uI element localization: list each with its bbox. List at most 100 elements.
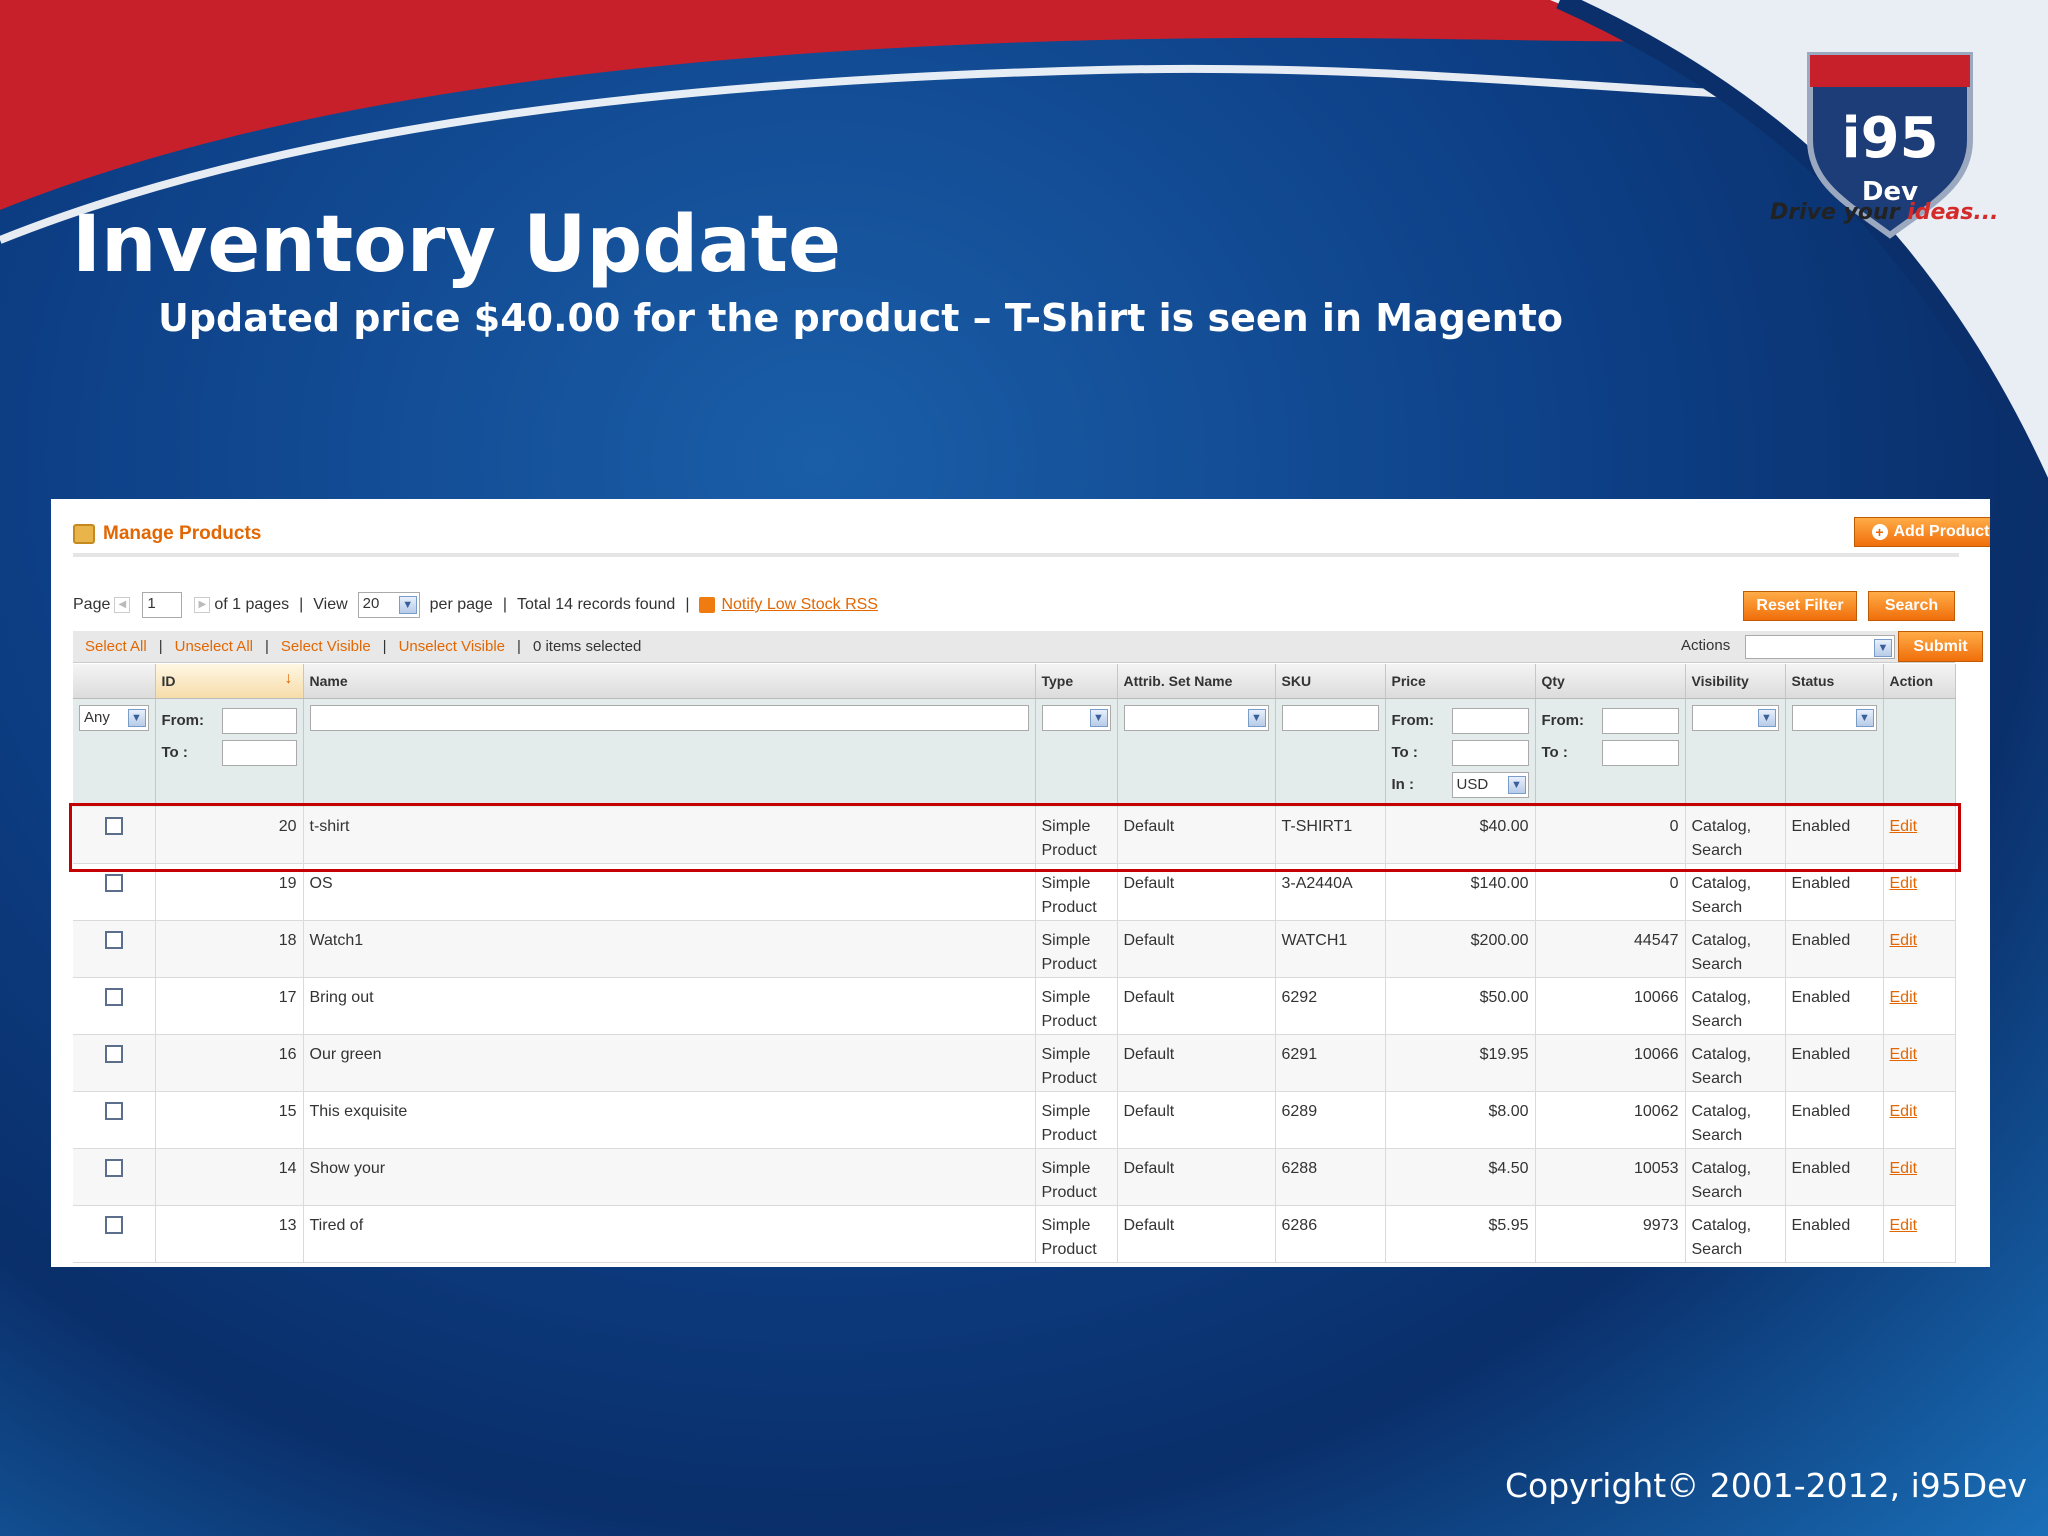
submit-button[interactable]: Submit [1898, 631, 1983, 662]
cell-price: $200.00 [1385, 920, 1536, 978]
cell-attrib-set: Default [1117, 1091, 1276, 1149]
table-row[interactable]: 18 Watch1 Simple Product Default WATCH1 $… [73, 920, 1956, 978]
select-visible-link[interactable]: Select Visible [281, 638, 371, 655]
prev-page-icon[interactable]: ◀ [114, 597, 131, 613]
cell-attrib-set: Default [1117, 920, 1276, 978]
price-from-input[interactable] [1451, 707, 1529, 734]
qty-to-input[interactable] [1601, 739, 1679, 766]
table-row[interactable]: 19 OS Simple Product Default 3-A2440A $14… [73, 863, 1956, 921]
add-product-button[interactable]: + Add Product [1854, 517, 1990, 547]
products-grid: ID ↓ Name Type Attrib. Set Name SKU Price… [73, 664, 1956, 1263]
attrib-set-filter-select[interactable]: ▼ [1123, 704, 1269, 731]
cell-type: Simple Product [1035, 1034, 1118, 1092]
cell-type: Simple Product [1035, 977, 1118, 1035]
col-qty[interactable]: Qty [1535, 664, 1686, 699]
row-checkbox[interactable] [104, 931, 123, 949]
cell-attrib-set: Default [1117, 1034, 1276, 1092]
sku-filter-input[interactable] [1281, 704, 1379, 731]
cell-sku: 6286 [1275, 1205, 1386, 1263]
cell-price: $4.50 [1385, 1148, 1536, 1206]
tagline-part-b: ideas... [1907, 200, 1999, 225]
type-filter-select[interactable]: ▼ [1041, 704, 1111, 731]
cell-qty: 10066 [1535, 977, 1686, 1035]
grid-header-row: ID ↓ Name Type Attrib. Set Name SKU Price… [73, 664, 1956, 699]
cell-qty: 10053 [1535, 1148, 1686, 1206]
slide-title: Inventory Update [72, 200, 841, 290]
view-select[interactable]: 20 ▼ [357, 592, 420, 618]
select-all-link[interactable]: Select All [85, 638, 147, 655]
cell-id: 16 [155, 1034, 304, 1092]
col-sku[interactable]: SKU [1275, 664, 1386, 699]
row-checkbox[interactable] [104, 1045, 123, 1063]
table-row[interactable]: 14 Show your Simple Product Default 6288 … [73, 1148, 1956, 1206]
next-page-icon[interactable]: ▶ [194, 597, 211, 613]
plus-icon: + [1871, 524, 1888, 540]
total-records: Total 14 records found [516, 596, 676, 613]
cell-sku: 6288 [1275, 1148, 1386, 1206]
col-attrib-set[interactable]: Attrib. Set Name [1117, 664, 1276, 699]
edit-link[interactable]: Edit [1890, 1217, 1918, 1234]
cell-qty: 10066 [1535, 1034, 1686, 1092]
edit-link[interactable]: Edit [1890, 1160, 1918, 1177]
edit-link[interactable]: Edit [1890, 875, 1918, 892]
add-product-label: Add Product [1893, 523, 1990, 540]
cell-price: $5.95 [1385, 1205, 1536, 1263]
massaction-filter-select[interactable]: Any ▼ [79, 704, 149, 731]
id-to-input[interactable] [221, 739, 297, 766]
visibility-filter-select[interactable]: ▼ [1691, 704, 1779, 731]
highlight-box [69, 803, 1961, 872]
unselect-all-link[interactable]: Unselect All [175, 638, 253, 655]
col-price[interactable]: Price [1385, 664, 1536, 699]
price-to-input[interactable] [1451, 739, 1529, 766]
cell-id: 18 [155, 920, 304, 978]
unselect-visible-link[interactable]: Unselect Visible [399, 638, 505, 655]
row-checkbox[interactable] [104, 988, 123, 1006]
id-from-input[interactable] [221, 707, 297, 734]
edit-link[interactable]: Edit [1890, 1046, 1918, 1063]
rss-icon [699, 597, 716, 613]
cell-qty: 0 [1535, 863, 1686, 921]
search-button[interactable]: Search [1868, 591, 1955, 621]
reset-filter-button[interactable]: Reset Filter [1743, 591, 1857, 621]
copyright: Copyright© 2001-2012, i95Dev [1505, 1466, 2027, 1505]
cell-price: $140.00 [1385, 863, 1536, 921]
currency-select[interactable]: USD ▼ [1451, 771, 1529, 798]
panel-title-text: Manage Products [103, 523, 262, 544]
name-filter-input[interactable] [309, 704, 1029, 731]
pager: Page ◀ 1 ▶ of 1 pages | View 20 ▼ per pag… [73, 591, 878, 619]
col-name[interactable]: Name [303, 664, 1036, 699]
actions-select[interactable]: ▼ [1745, 635, 1895, 659]
table-row[interactable]: 15 This exquisite Simple Product Default … [73, 1091, 1956, 1149]
sort-desc-icon: ↓ [284, 670, 293, 687]
mass-action-bar: Select All | Unselect All | Select Visib… [73, 631, 1983, 663]
cell-sku: WATCH1 [1275, 920, 1386, 978]
table-row[interactable]: 17 Bring out Simple Product Default 6292 … [73, 977, 1956, 1035]
cell-name: Watch1 [303, 920, 1036, 978]
page-input[interactable]: 1 [142, 592, 183, 618]
of-pages: of 1 pages [214, 596, 290, 613]
cell-visibility: Catalog, Search [1685, 863, 1786, 921]
row-checkbox[interactable] [104, 1159, 123, 1177]
cell-status: Enabled [1785, 863, 1884, 921]
col-status[interactable]: Status [1785, 664, 1884, 699]
cell-sku: 6289 [1275, 1091, 1386, 1149]
cell-price: $19.95 [1385, 1034, 1536, 1092]
col-id[interactable]: ID ↓ [155, 664, 304, 699]
qty-from-input[interactable] [1601, 707, 1679, 734]
col-type[interactable]: Type [1035, 664, 1118, 699]
cell-visibility: Catalog, Search [1685, 1034, 1786, 1092]
view-value: 20 [362, 595, 380, 612]
edit-link[interactable]: Edit [1890, 989, 1918, 1006]
edit-link[interactable]: Edit [1890, 932, 1918, 949]
notify-low-stock-rss-link[interactable]: Notify Low Stock RSS [721, 596, 878, 614]
col-visibility[interactable]: Visibility [1685, 664, 1786, 699]
row-checkbox[interactable] [104, 1216, 123, 1234]
cell-type: Simple Product [1035, 920, 1118, 978]
actions-label: Actions [1681, 637, 1731, 654]
edit-link[interactable]: Edit [1890, 1103, 1918, 1120]
table-row[interactable]: 13 Tired of Simple Product Default 6286 $… [73, 1205, 1956, 1263]
row-checkbox[interactable] [104, 874, 123, 892]
status-filter-select[interactable]: ▼ [1791, 704, 1877, 731]
table-row[interactable]: 16 Our green Simple Product Default 6291 … [73, 1034, 1956, 1092]
row-checkbox[interactable] [104, 1102, 123, 1120]
